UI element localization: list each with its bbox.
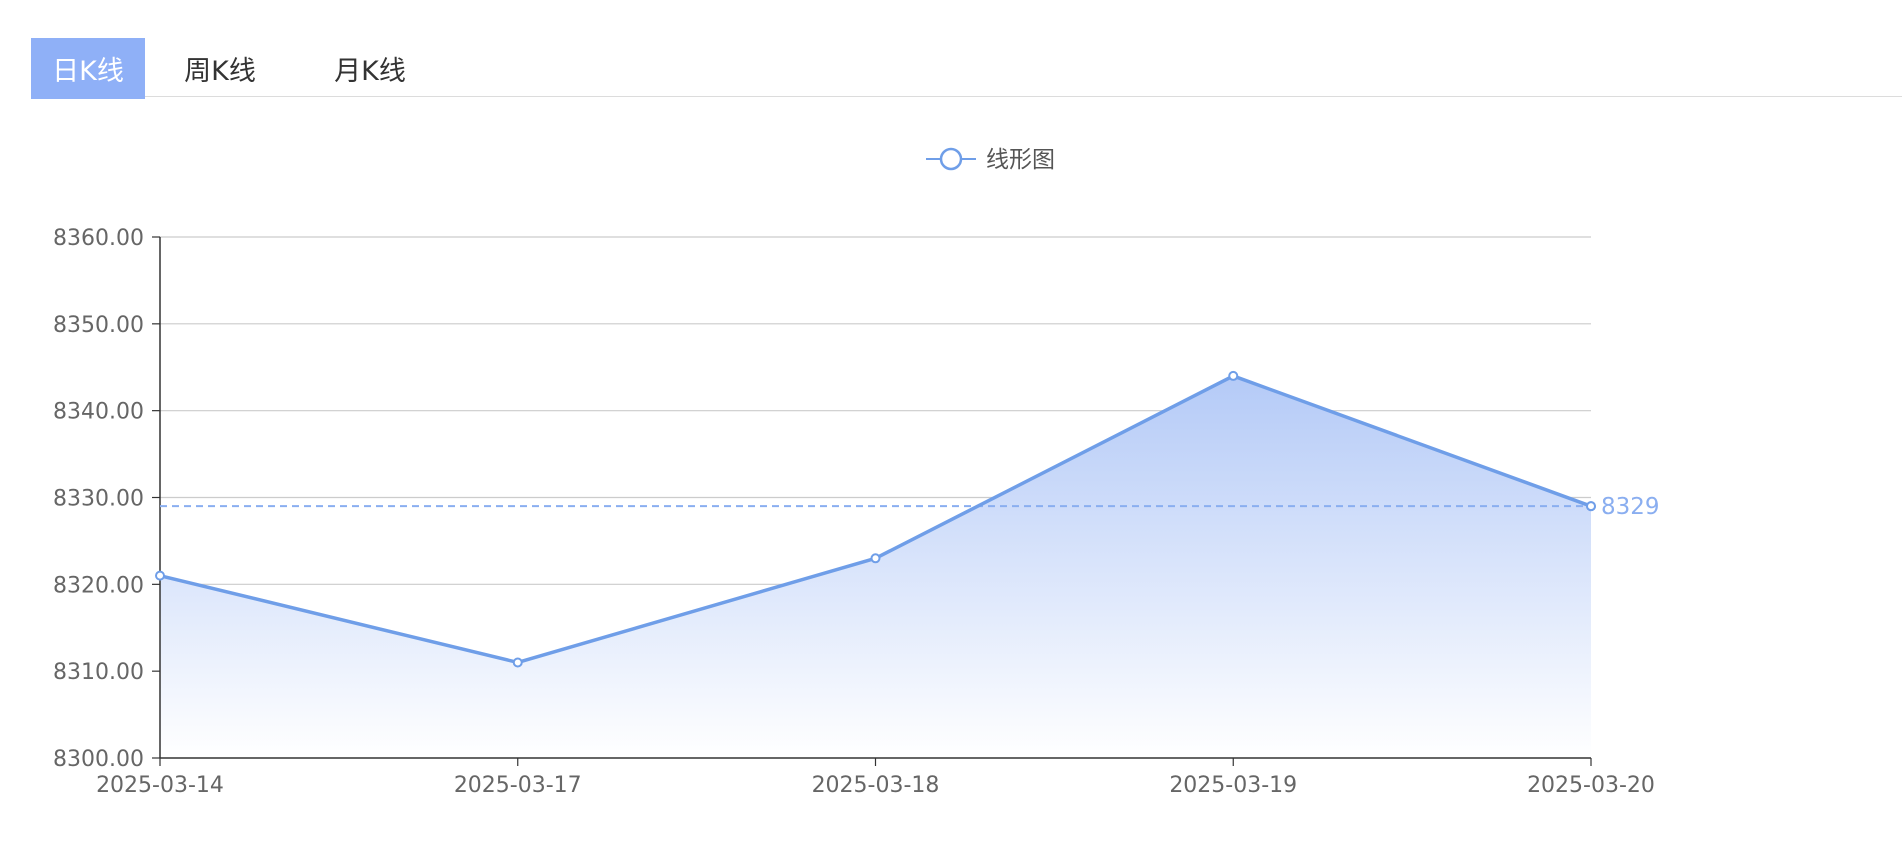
mark-line-label: 8329 xyxy=(1601,494,1660,520)
series-area xyxy=(160,375,1591,758)
y-tick-label: 8320.00 xyxy=(53,573,144,598)
y-tick-label: 8330.00 xyxy=(53,487,144,512)
data-point[interactable] xyxy=(512,657,523,668)
x-tick-label: 2025-03-18 xyxy=(812,773,940,798)
x-tick-label: 2025-03-17 xyxy=(454,773,582,798)
data-point[interactable] xyxy=(870,553,881,564)
line-chart: 线形图 8300.00 8310.00 8320.00 8330.00 8340.00 8… xyxy=(53,147,1660,798)
chart-legend[interactable]: 线形图 xyxy=(926,147,1055,173)
y-tick-label: 8360.00 xyxy=(53,226,144,251)
data-point[interactable] xyxy=(1228,370,1239,381)
legend-label: 线形图 xyxy=(986,147,1055,173)
area-layer xyxy=(160,375,1591,758)
data-point[interactable] xyxy=(1586,501,1596,512)
y-tick-label: 8300.00 xyxy=(53,747,144,772)
y-tick-label: 8340.00 xyxy=(53,400,144,425)
legend-circle-icon xyxy=(939,147,963,171)
x-tick-label: 2025-03-19 xyxy=(1169,773,1297,798)
x-tick-label: 2025-03-20 xyxy=(1527,773,1655,798)
data-point[interactable] xyxy=(155,570,165,581)
chart-page: 日K线 周K线 月K线 线形图 8300.00 8310.00 8320.00 833… xyxy=(0,0,1902,848)
x-tick-label: 2025-03-14 xyxy=(96,773,224,798)
y-tick-label: 8350.00 xyxy=(53,313,144,338)
y-tick-label: 8310.00 xyxy=(53,660,144,685)
